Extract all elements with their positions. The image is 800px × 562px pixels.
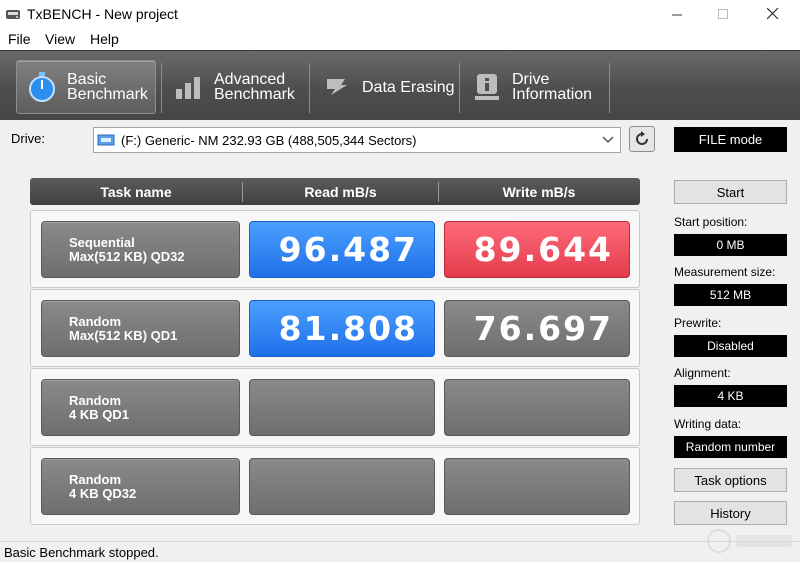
maximize-icon [717,8,728,19]
header-task-name: Task name [100,183,172,200]
writing-data-value[interactable]: Random number [674,436,787,458]
read-value [249,458,435,515]
measurement-size-label: Measurement size: [674,265,776,279]
task-button-seq-qd32[interactable]: Sequential Max(512 KB) QD32 [41,221,240,278]
app-icon [6,10,20,19]
minimize-icon [671,14,682,15]
close-icon [767,8,779,20]
refresh-button[interactable] [629,126,655,152]
mode-toolbar: Basic Benchmark Advanced Benchmark Data Er… [0,50,800,120]
table-row: Random 4 KB QD32 [30,447,640,525]
write-value [444,379,630,436]
status-text: Basic Benchmark stopped. [4,545,159,560]
task-button-random-4k-qd1[interactable]: Random 4 KB QD1 [41,379,240,436]
header-write: Write mB/s [502,183,576,200]
menu-help[interactable]: Help [90,31,119,47]
alignment-label: Alignment: [674,366,731,380]
toolbar-divider [161,63,162,113]
chevron-down-icon [602,136,614,143]
prewrite-value[interactable]: Disabled [674,335,787,357]
measurement-size-value[interactable]: 512 MB [674,284,787,306]
table-header: Task name Read mB/s Write mB/s [30,178,640,205]
tab-advanced-benchmark[interactable]: Advanced Benchmark [164,60,304,114]
tab-advanced-label: Advanced Benchmark [214,72,295,103]
writing-data-label: Writing data: [674,417,742,431]
table-row: Sequential Max(512 KB) QD32 96.487 89.64… [30,210,640,288]
toolbar-divider [309,63,310,113]
read-value [249,379,435,436]
tab-basic-line2: Benchmark [67,86,148,103]
eraser-icon [320,70,354,104]
header-read: Read mB/s [304,183,377,200]
bar-chart-icon [172,70,206,104]
tab-drive-information[interactable]: Drive Information [462,60,606,114]
task-line2: Max(512 KB) QD32 [69,248,185,264]
task-line1: Random [69,313,121,329]
task-line2: 4 KB QD32 [69,485,137,501]
prewrite-label: Prewrite: [674,316,722,330]
start-position-value[interactable]: 0 MB [674,234,787,256]
benchmark-table: Task name Read mB/s Write mB/s Sequentia… [30,178,640,525]
drive-select[interactable]: (F:) Generic- NM 232.93 GB (488,505,344 … [93,127,621,153]
minimize-button[interactable] [654,0,700,28]
alignment-value[interactable]: 4 KB [674,385,787,407]
tab-basic-label: Basic Benchmark [67,72,148,103]
read-value: 96.487 [249,221,435,278]
tab-drive-info-label: Drive Information [512,72,593,103]
menu-bar: File View Help [0,28,800,50]
menu-view[interactable]: View [45,31,75,47]
window-title: TxBENCH - New project [27,6,178,22]
close-button[interactable] [750,0,796,28]
title-bar: TxBENCH - New project [0,0,800,28]
watermark-logo [707,529,792,553]
drive-icon [97,134,115,146]
table-row: Random 4 KB QD1 [30,368,640,446]
history-button[interactable]: History [674,501,787,525]
write-value [444,458,630,515]
task-button-random-4k-qd32[interactable]: Random 4 KB QD32 [41,458,240,515]
write-value: 89.644 [444,221,630,278]
tab-drive-info-line2: Information [512,86,593,103]
task-button-random-qd1[interactable]: Random Max(512 KB) QD1 [41,300,240,357]
start-button[interactable]: Start [674,180,787,204]
start-position-label: Start position: [674,215,748,229]
file-mode-indicator[interactable]: FILE mode [674,127,787,152]
drive-label: Drive: [11,131,45,146]
refresh-icon [636,131,648,145]
toolbar-divider [609,63,610,113]
task-options-button[interactable]: Task options [674,468,787,492]
tab-advanced-line2: Benchmark [214,86,295,103]
write-value: 76.697 [444,300,630,357]
tab-data-erasing-label: Data Erasing [362,78,455,96]
task-line1: Sequential [69,234,135,250]
drive-value: (F:) Generic- NM 232.93 GB (488,505,344 … [121,132,417,148]
table-row: Random Max(512 KB) QD1 81.808 76.697 [30,289,640,367]
maximize-button[interactable] [700,0,746,28]
task-line1: Random [69,471,121,487]
task-line1: Random [69,392,121,408]
task-line2: Max(512 KB) QD1 [69,327,178,343]
drive-info-icon [470,70,504,104]
tab-basic-benchmark[interactable]: Basic Benchmark [16,60,156,114]
toolbar-divider [459,63,460,113]
menu-file[interactable]: File [8,31,31,47]
read-value: 81.808 [249,300,435,357]
task-line2: 4 KB QD1 [69,406,129,422]
tab-data-erasing[interactable]: Data Erasing [312,60,456,114]
stopwatch-icon [25,70,59,104]
status-bar: Basic Benchmark stopped. [0,541,800,562]
